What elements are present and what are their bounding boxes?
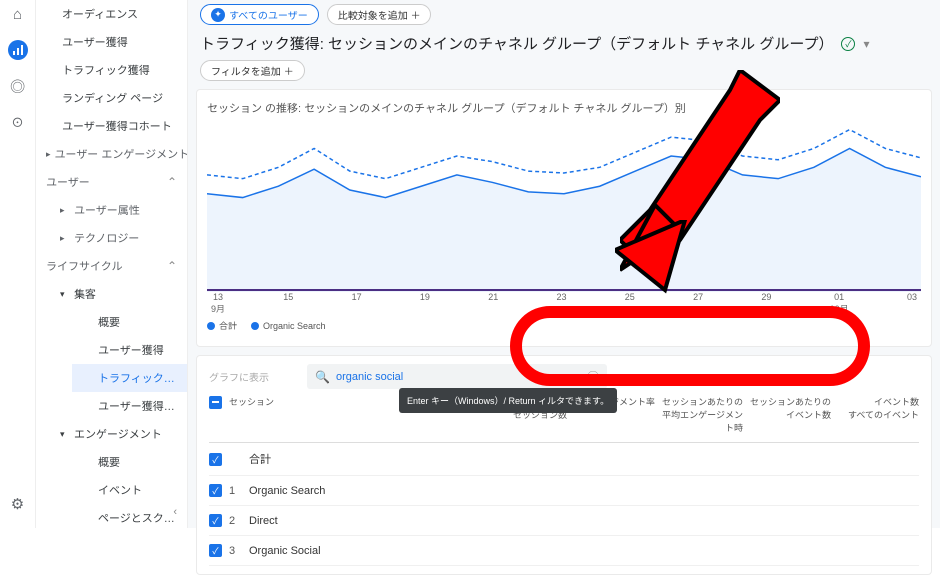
- annotation-oval: [510, 306, 870, 386]
- cell: Organic Search: [249, 485, 919, 497]
- label: ユーザー: [46, 174, 90, 190]
- label: テクノロジー: [74, 230, 139, 246]
- sidebar-item[interactable]: ユーザー獲得: [36, 28, 187, 56]
- row-index: 2: [229, 515, 249, 527]
- th: セッションあたりの平均エンゲージメント時: [655, 395, 743, 434]
- sidebar-item[interactable]: ランディング ページ: [36, 84, 187, 112]
- add-filter-chip[interactable]: フィルタを追加 ＋: [200, 60, 305, 81]
- chevron-down-icon: ⌃: [167, 259, 177, 273]
- sidebar-item[interactable]: ページとスクリーン: [72, 504, 187, 528]
- sidebar-group-user[interactable]: ユーザー ⌃: [36, 168, 187, 196]
- show-in-chart-label: グラフに表示: [209, 369, 269, 384]
- sidebar-item[interactable]: オーディエンス: [36, 0, 187, 28]
- table-row: ✓ 1Organic Search: [209, 476, 919, 506]
- chevron-down-icon: ⌃: [167, 175, 177, 189]
- search-icon: 🔍: [315, 370, 330, 384]
- sidebar-item[interactable]: ユーザー獲得コホート: [72, 392, 187, 420]
- row-checkbox[interactable]: ✓: [209, 453, 222, 466]
- row-checkbox[interactable]: ✓: [209, 544, 222, 557]
- label: すべてのユーザー: [229, 7, 308, 22]
- sidebar-group-acquisition[interactable]: ▾集客: [50, 280, 187, 308]
- chart-title: セッション の推移: セッションのメインのチャネル グループ（デフォルト チャネ…: [207, 100, 921, 116]
- verified-icon: ✓: [841, 37, 855, 51]
- add-comparison-chip[interactable]: 比較対象を追加 ＋: [327, 4, 432, 25]
- page-title: トラフィック獲得: セッションのメインのチャネル グループ（デフォルト チャネル…: [188, 29, 940, 60]
- sidebar: オーディエンス ユーザー獲得 トラフィック獲得 ランディング ページ ユーザー獲…: [36, 0, 188, 528]
- label: ユーザー エンゲージメントと...: [55, 146, 188, 162]
- row-checkbox[interactable]: ✓: [209, 484, 222, 497]
- sidebar-item[interactable]: ▸ユーザー エンゲージメントと...: [36, 140, 187, 168]
- reports-icon[interactable]: [8, 40, 28, 60]
- line-chart: [207, 122, 921, 292]
- label: 集客: [74, 286, 96, 302]
- label: エンゲージメント: [74, 426, 162, 442]
- table-row: ✓ 3Organic Social: [209, 536, 919, 566]
- label: ライフサイクル: [46, 258, 122, 274]
- settings-icon[interactable]: ⚙: [8, 494, 28, 514]
- table-row-total: ✓ 合計: [209, 443, 919, 476]
- home-icon[interactable]: ⌂: [8, 4, 28, 24]
- sidebar-item[interactable]: 概要: [72, 448, 187, 476]
- th: イベント数 すべてのイベント: [831, 395, 919, 434]
- left-rail: ⌂ ◎ ☉ ⚙: [0, 0, 36, 528]
- collapse-sidebar-icon[interactable]: ‹: [173, 506, 177, 518]
- sidebar-item[interactable]: イベント: [72, 476, 187, 504]
- th: セッション: [229, 395, 391, 434]
- select-all-checkbox[interactable]: [209, 396, 222, 409]
- ads-icon[interactable]: ☉: [8, 112, 28, 132]
- sidebar-item[interactable]: トラフィック獲得: [36, 56, 187, 84]
- sidebar-group-lifecycle[interactable]: ライフサイクル ⌃: [36, 252, 187, 280]
- row-index: 1: [229, 485, 249, 497]
- cell: Organic Social: [249, 545, 919, 557]
- tooltip: Enter キー（Windows）/ Return ィルタできます。: [399, 388, 617, 413]
- cell: Direct: [249, 515, 919, 527]
- row-index: 3: [229, 545, 249, 557]
- segment-chip-all-users[interactable]: ✦ すべてのユーザー: [200, 4, 319, 25]
- sidebar-item[interactable]: ▸テクノロジー: [50, 224, 187, 252]
- chevron-down-icon[interactable]: ▾: [863, 37, 869, 51]
- sidebar-item[interactable]: ▸ユーザー属性: [50, 196, 187, 224]
- label: ユーザー属性: [74, 202, 140, 218]
- main: ✦ すべてのユーザー 比較対象を追加 ＋ トラフィック獲得: セッションのメインの…: [188, 0, 940, 528]
- sidebar-item[interactable]: ユーザー獲得: [72, 336, 187, 364]
- sidebar-item[interactable]: 概要: [72, 308, 187, 336]
- th: セッションあたりのイベント数: [743, 395, 831, 434]
- sidebar-group-engagement[interactable]: ▾エンゲージメント: [50, 420, 187, 448]
- explore-icon[interactable]: ◎: [8, 76, 28, 96]
- row-checkbox[interactable]: ✓: [209, 514, 222, 527]
- cell: 合計: [249, 451, 919, 467]
- sidebar-item-traffic-acq[interactable]: トラフィック獲得: [72, 364, 187, 392]
- table-row: ✓ 2Direct: [209, 506, 919, 536]
- sidebar-item[interactable]: ユーザー獲得コホート: [36, 112, 187, 140]
- user-icon: ✦: [211, 8, 225, 22]
